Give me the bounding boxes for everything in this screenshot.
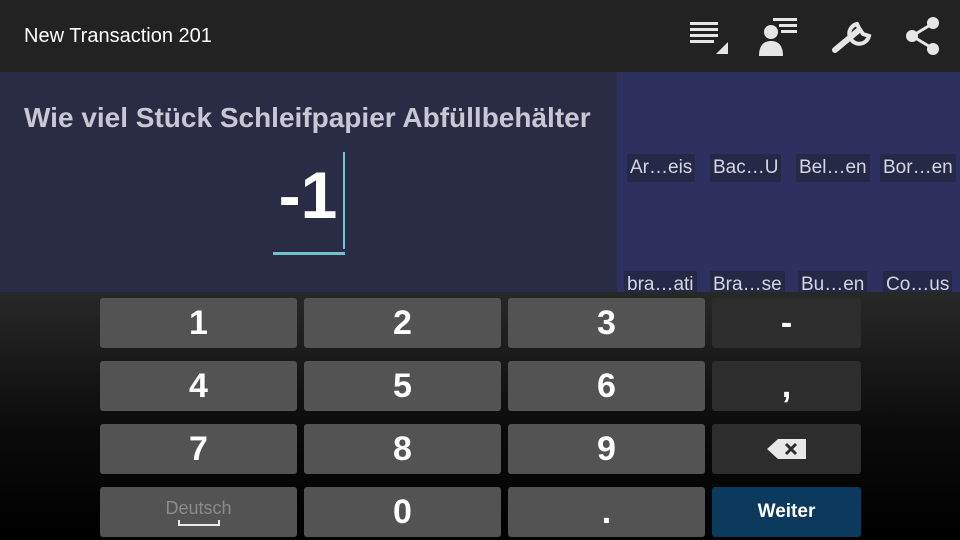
- action-bar: New Transaction 201: [0, 0, 960, 72]
- key-7[interactable]: 7: [100, 424, 297, 474]
- key-1[interactable]: 1: [100, 298, 297, 348]
- suggestion-chip[interactable]: bra…ati: [624, 271, 697, 292]
- contact-list-icon[interactable]: [754, 12, 802, 60]
- suggestion-chip[interactable]: Bac…U: [710, 154, 782, 182]
- suggestion-chip[interactable]: Co…us: [883, 271, 953, 292]
- input-underline: [273, 252, 345, 255]
- suggestion-chip[interactable]: Ar…eis: [627, 154, 696, 182]
- suggestion-chip[interactable]: Bel…en: [796, 154, 870, 182]
- next-button[interactable]: Weiter: [712, 487, 861, 537]
- backspace-icon: [766, 439, 806, 459]
- suggestion-panel: Ar…eis Bac…U Bel…en Bor…en bra…ati Bra…s…: [617, 72, 960, 292]
- key-6[interactable]: 6: [508, 361, 705, 411]
- backspace-key[interactable]: [712, 424, 861, 474]
- key-3[interactable]: 3: [508, 298, 705, 348]
- app-title: New Transaction 201: [24, 25, 212, 47]
- quantity-input[interactable]: -1: [273, 152, 345, 255]
- key-4[interactable]: 4: [100, 361, 297, 411]
- key-0[interactable]: 0: [304, 487, 501, 537]
- list-overview-icon[interactable]: [684, 12, 732, 60]
- wrench-icon[interactable]: [828, 12, 876, 60]
- language-key[interactable]: Deutsch: [100, 487, 297, 537]
- key-minus[interactable]: -: [712, 298, 861, 348]
- key-period[interactable]: .: [508, 487, 705, 537]
- numeric-keyboard: 1 2 3 - 4 5 6 , 7 8 9 Deutsch 0 . Weiter: [0, 292, 960, 540]
- suggestion-chip[interactable]: Bor…en: [880, 154, 956, 182]
- suggestion-chip[interactable]: Bu…en: [798, 271, 868, 292]
- key-8[interactable]: 8: [304, 424, 501, 474]
- question-label: Wie viel Stück Schleifpapier Abfüllbehäl…: [24, 102, 591, 133]
- space-bar-icon: [177, 520, 220, 526]
- text-cursor: [343, 152, 345, 249]
- key-2[interactable]: 2: [304, 298, 501, 348]
- key-9[interactable]: 9: [508, 424, 705, 474]
- quantity-value: -1: [278, 158, 338, 232]
- language-label: Deutsch: [165, 498, 232, 518]
- key-5[interactable]: 5: [304, 361, 501, 411]
- share-icon[interactable]: [898, 12, 946, 60]
- suggestion-chip[interactable]: Bra…se: [710, 271, 785, 292]
- key-comma[interactable]: ,: [712, 361, 861, 411]
- question-panel: Wie viel Stück Schleifpapier Abfüllbehäl…: [0, 72, 617, 292]
